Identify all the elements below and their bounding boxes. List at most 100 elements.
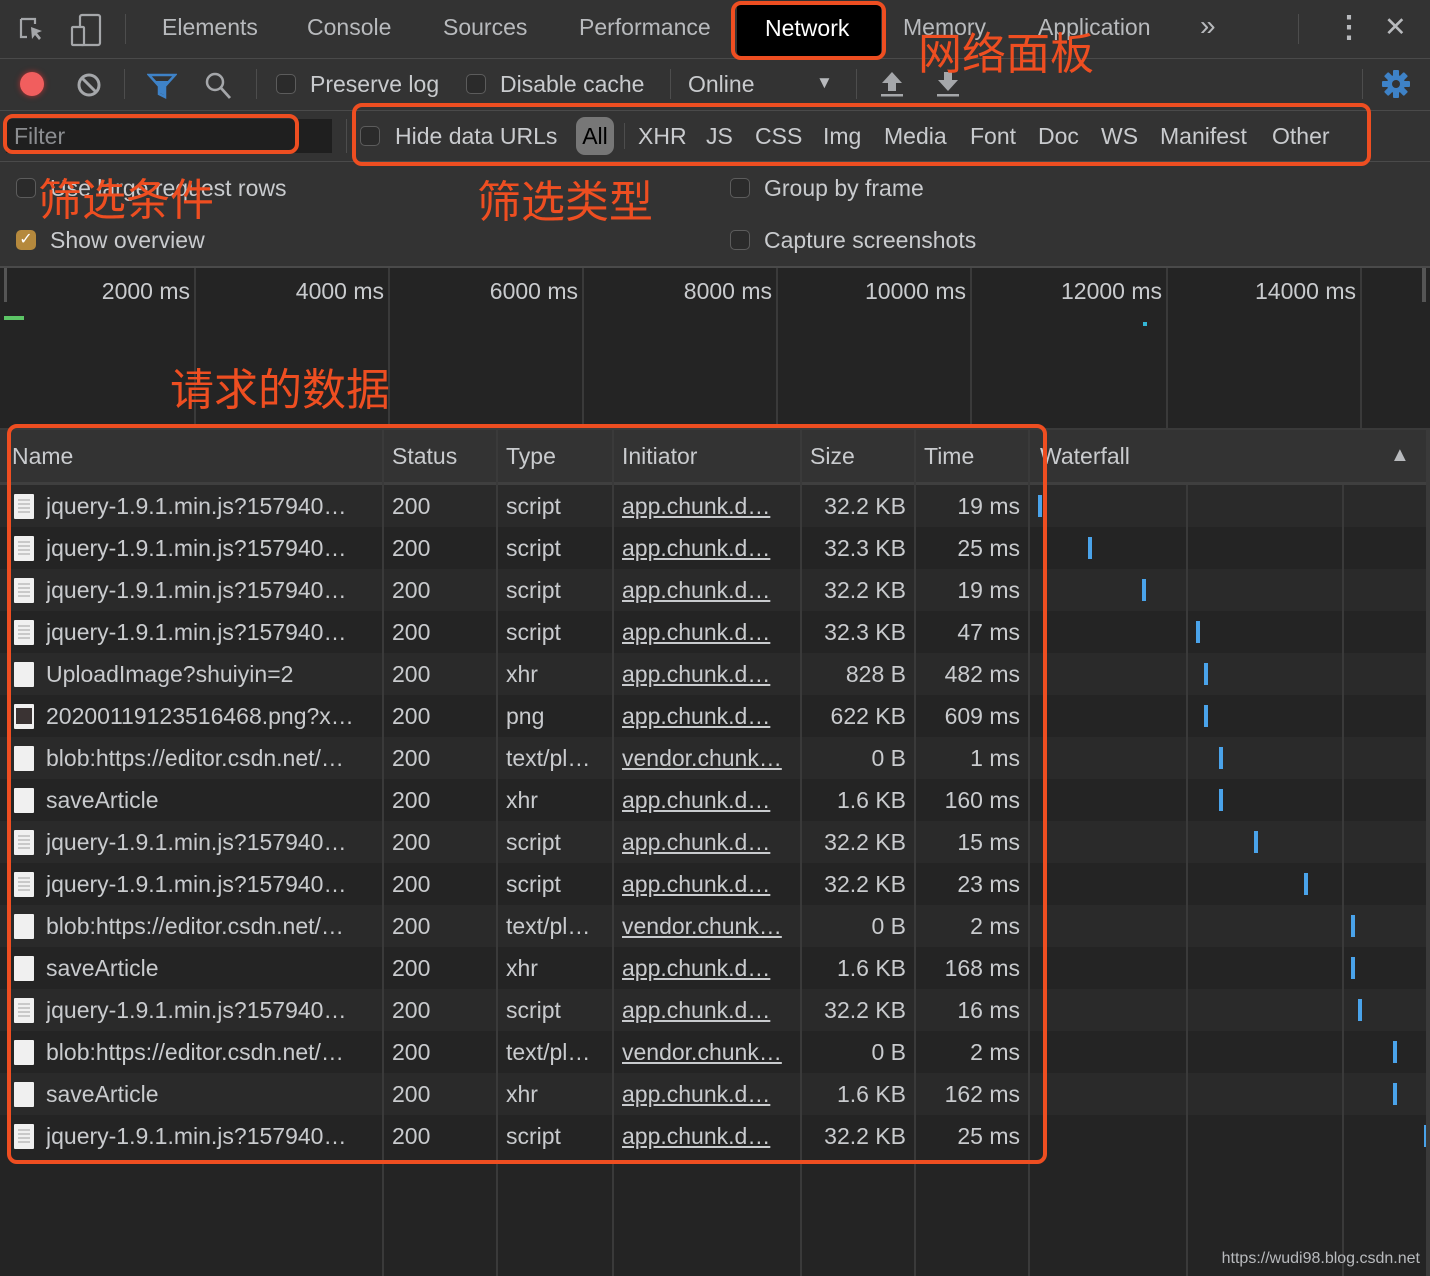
table-row[interactable]: blob:https://editor.csdn.net/… 200 text/pl…: [0, 905, 1430, 947]
column-divider[interactable]: [914, 430, 916, 1276]
hide-data-urls-checkbox[interactable]: [360, 126, 380, 146]
more-tabs-button[interactable]: »: [1200, 10, 1216, 42]
group-by-frame-checkbox[interactable]: [730, 178, 750, 198]
type-filter-doc[interactable]: Doc: [1038, 123, 1079, 150]
search-icon[interactable]: [204, 71, 232, 107]
capture-screenshots-checkbox[interactable]: [730, 230, 750, 250]
waterfall-bar[interactable]: [1358, 999, 1363, 1021]
disable-cache-checkbox[interactable]: [466, 74, 486, 94]
tab-network[interactable]: Network: [737, 4, 881, 56]
waterfall-bar[interactable]: [1196, 621, 1201, 643]
col-header-initiator[interactable]: Initiator: [622, 443, 697, 470]
tab-console[interactable]: Console: [307, 14, 391, 41]
sort-ascending-icon[interactable]: ▲: [1390, 444, 1410, 467]
type-filter-font[interactable]: Font: [970, 123, 1016, 150]
request-initiator-link[interactable]: vendor.chunk…: [622, 913, 794, 940]
clear-icon[interactable]: [76, 72, 102, 104]
type-filter-all[interactable]: All: [576, 117, 614, 155]
record-button[interactable]: [20, 72, 44, 96]
throttling-select[interactable]: Online ▼: [688, 71, 838, 99]
large-rows-checkbox[interactable]: [16, 178, 36, 198]
request-initiator-link[interactable]: app.chunk.d…: [622, 955, 794, 982]
tab-memory[interactable]: Memory: [903, 14, 986, 41]
waterfall-bar[interactable]: [1304, 873, 1309, 895]
table-row[interactable]: saveArticle 200 xhr app.chunk.d… 1.6 KB 168 m…: [0, 947, 1430, 989]
overview-right-handle[interactable]: [1422, 268, 1426, 302]
request-initiator-link[interactable]: app.chunk.d…: [622, 703, 794, 730]
col-header-waterfall[interactable]: Waterfall: [1040, 443, 1130, 470]
tab-sources[interactable]: Sources: [443, 14, 527, 41]
table-row[interactable]: blob:https://editor.csdn.net/… 200 text/pl…: [0, 1031, 1430, 1073]
request-initiator-link[interactable]: vendor.chunk…: [622, 1039, 794, 1066]
column-divider[interactable]: [1028, 430, 1030, 1276]
waterfall-bar[interactable]: [1038, 495, 1042, 517]
inspect-element-icon[interactable]: [18, 16, 46, 44]
type-filter-xhr[interactable]: XHR: [638, 123, 687, 150]
tab-elements[interactable]: Elements: [162, 14, 258, 41]
request-initiator-link[interactable]: app.chunk.d…: [622, 493, 794, 520]
type-filter-ws[interactable]: WS: [1101, 123, 1138, 150]
type-filter-img[interactable]: Img: [823, 123, 861, 150]
waterfall-bar[interactable]: [1219, 789, 1224, 811]
device-toolbar-icon[interactable]: [70, 13, 102, 47]
preserve-log-checkbox[interactable]: [276, 74, 296, 94]
col-header-status[interactable]: Status: [392, 443, 457, 470]
col-header-size[interactable]: Size: [810, 443, 855, 470]
scrollbar[interactable]: [1426, 430, 1430, 1276]
col-header-type[interactable]: Type: [506, 443, 556, 470]
column-divider[interactable]: [496, 430, 498, 1276]
table-row[interactable]: saveArticle 200 xhr app.chunk.d… 1.6 KB 162 m…: [0, 1073, 1430, 1115]
filter-input[interactable]: [6, 119, 332, 153]
request-initiator-link[interactable]: app.chunk.d…: [622, 661, 794, 688]
column-divider[interactable]: [612, 430, 614, 1276]
table-row[interactable]: 20200119123516468.png?x… 200 png app.chunk.…: [0, 695, 1430, 737]
table-row[interactable]: jquery-1.9.1.min.js?157940… 200 script app.…: [0, 863, 1430, 905]
request-initiator-link[interactable]: app.chunk.d…: [622, 619, 794, 646]
table-row[interactable]: UploadImage?shuiyin=2 200 xhr app.chunk.d… 8…: [0, 653, 1430, 695]
request-initiator-link[interactable]: app.chunk.d…: [622, 871, 794, 898]
request-initiator-link[interactable]: app.chunk.d…: [622, 997, 794, 1024]
timeline-overview[interactable]: 2000 ms 4000 ms 6000 ms 8000 ms 10000 ms…: [0, 268, 1430, 430]
request-initiator-link[interactable]: app.chunk.d…: [622, 787, 794, 814]
type-filter-other[interactable]: Other: [1272, 123, 1330, 150]
table-row[interactable]: jquery-1.9.1.min.js?157940… 200 script app.…: [0, 527, 1430, 569]
filter-funnel-icon[interactable]: [146, 72, 178, 106]
kebab-menu-icon[interactable]: ⋮: [1334, 10, 1364, 45]
column-divider[interactable]: [382, 430, 384, 1276]
table-row[interactable]: jquery-1.9.1.min.js?157940… 200 script app.…: [0, 485, 1430, 527]
waterfall-bar[interactable]: [1393, 1041, 1398, 1063]
import-har-icon[interactable]: [880, 70, 904, 104]
type-filter-manifest[interactable]: Manifest: [1160, 123, 1247, 150]
overview-left-handle[interactable]: [4, 268, 7, 302]
request-initiator-link[interactable]: app.chunk.d…: [622, 1081, 794, 1108]
table-row[interactable]: saveArticle 200 xhr app.chunk.d… 1.6 KB 160 m…: [0, 779, 1430, 821]
waterfall-bar[interactable]: [1203, 663, 1208, 685]
column-divider[interactable]: [800, 430, 802, 1276]
waterfall-bar[interactable]: [1219, 747, 1224, 769]
type-filter-css[interactable]: CSS: [755, 123, 802, 150]
waterfall-bar[interactable]: [1393, 1083, 1398, 1105]
table-row[interactable]: jquery-1.9.1.min.js?157940… 200 script app.…: [0, 989, 1430, 1031]
waterfall-bar[interactable]: [1254, 831, 1259, 853]
tab-application[interactable]: Application: [1038, 14, 1151, 41]
tab-performance[interactable]: Performance: [579, 14, 711, 41]
request-initiator-link[interactable]: app.chunk.d…: [622, 535, 794, 562]
waterfall-bar[interactable]: [1088, 537, 1093, 559]
close-icon[interactable]: ✕: [1384, 12, 1407, 43]
settings-gear-icon[interactable]: [1381, 69, 1411, 105]
request-initiator-link[interactable]: vendor.chunk…: [622, 745, 794, 772]
export-har-icon[interactable]: [936, 70, 960, 104]
request-initiator-link[interactable]: app.chunk.d…: [622, 829, 794, 856]
request-initiator-link[interactable]: app.chunk.d…: [622, 1123, 794, 1150]
table-row[interactable]: jquery-1.9.1.min.js?157940… 200 script app.…: [0, 821, 1430, 863]
waterfall-bar[interactable]: [1350, 957, 1355, 979]
waterfall-bar[interactable]: [1350, 915, 1355, 937]
waterfall-bar[interactable]: [1142, 579, 1147, 601]
col-header-name[interactable]: Name: [12, 443, 73, 470]
table-row[interactable]: blob:https://editor.csdn.net/… 200 text/pl…: [0, 737, 1430, 779]
table-row[interactable]: jquery-1.9.1.min.js?157940… 200 script app.…: [0, 1115, 1430, 1157]
type-filter-js[interactable]: JS: [706, 123, 733, 150]
show-overview-checkbox[interactable]: ✓: [16, 230, 36, 250]
table-row[interactable]: jquery-1.9.1.min.js?157940… 200 script app.…: [0, 611, 1430, 653]
waterfall-bar[interactable]: [1203, 705, 1208, 727]
